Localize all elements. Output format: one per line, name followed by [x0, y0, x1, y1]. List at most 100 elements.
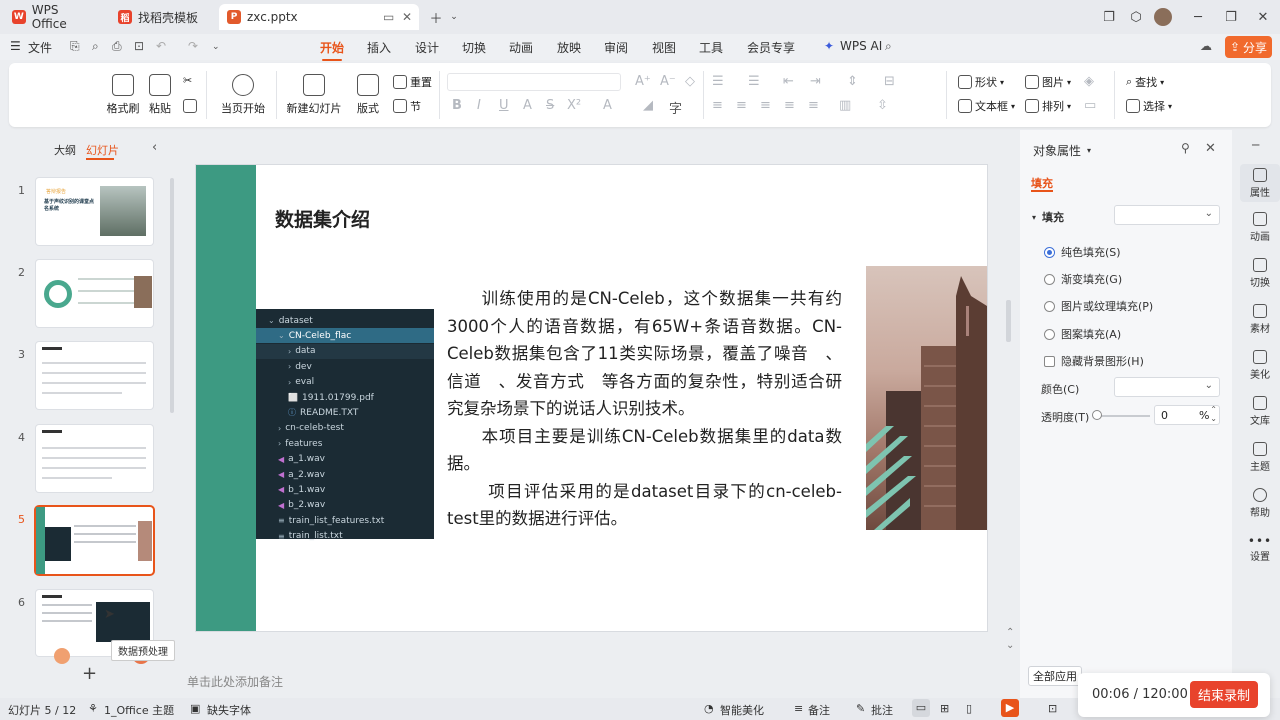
- slideshow-play-icon[interactable]: ▶: [1001, 699, 1019, 717]
- align-right-icon[interactable]: ≡: [760, 98, 771, 113]
- notes-placeholder[interactable]: 单击此处添加备注: [187, 673, 283, 690]
- scroll-up-icon[interactable]: ⌃: [1006, 627, 1014, 638]
- tab-dropdown-icon[interactable]: ⌄: [445, 8, 463, 26]
- add-slide-icon[interactable]: +: [82, 663, 97, 684]
- tab-fill[interactable]: 填充: [1031, 175, 1053, 191]
- rail-assets[interactable]: 素材: [1240, 304, 1280, 335]
- slider-handle[interactable]: [1092, 410, 1102, 420]
- close-panel-icon[interactable]: ✕: [1205, 141, 1216, 156]
- radio-picture[interactable]: [1044, 300, 1055, 312]
- text-shadow-icon[interactable]: A: [523, 98, 532, 113]
- underline-icon[interactable]: U: [499, 98, 509, 113]
- format-painter-button[interactable]: 格式刷: [105, 74, 141, 116]
- radio-solid[interactable]: [1044, 246, 1055, 258]
- color-dropdown[interactable]: ⌄: [1114, 377, 1220, 397]
- scroll-down-icon[interactable]: ⌄: [1006, 640, 1014, 651]
- search-icon[interactable]: ⌕: [885, 39, 892, 54]
- fill-icon[interactable]: ◈: [1084, 74, 1094, 89]
- radio-gradient[interactable]: [1044, 273, 1055, 285]
- font-shrink-icon[interactable]: A⁻: [660, 74, 676, 89]
- align-left-icon[interactable]: ≡: [712, 98, 723, 113]
- building-photo[interactable]: [866, 266, 987, 530]
- outline-icon[interactable]: ▭: [1084, 98, 1096, 113]
- tab-wps-office[interactable]: W WPS Office: [4, 3, 104, 31]
- font-grow-icon[interactable]: A⁺: [635, 74, 651, 89]
- slide-thumbnail-4[interactable]: [36, 425, 153, 492]
- share-button[interactable]: ⇪ 分享: [1225, 36, 1272, 58]
- fill-section-header[interactable]: ▾ 填充: [1032, 209, 1064, 225]
- avatar[interactable]: [1154, 8, 1172, 26]
- comment-button[interactable]: 批注: [871, 702, 893, 718]
- menu-vip[interactable]: 会员专享: [747, 39, 795, 56]
- align-center-icon[interactable]: ≡: [736, 98, 747, 113]
- save-icon[interactable]: ⎘: [70, 39, 80, 54]
- radio-pattern[interactable]: [1044, 328, 1055, 340]
- minimize-panel-icon[interactable]: ─: [1252, 138, 1259, 152]
- normal-view-icon[interactable]: ▭: [912, 699, 930, 717]
- rail-transition[interactable]: 切换: [1240, 258, 1280, 289]
- option-pattern-fill[interactable]: 图案填充(A): [1044, 326, 1121, 342]
- undo-icon[interactable]: ↶: [156, 39, 166, 53]
- textbox-button[interactable]: 文本框 ▾: [958, 98, 1015, 114]
- apply-all-button[interactable]: 全部应用: [1028, 666, 1082, 686]
- menu-insert[interactable]: 插入: [367, 39, 391, 56]
- option-gradient-fill[interactable]: 渐变填充(G): [1044, 271, 1122, 287]
- indent-icon[interactable]: ⇥: [810, 74, 821, 89]
- find-replace-icon[interactable]: ⊡: [134, 39, 144, 53]
- line-spacing-icon[interactable]: ⇳: [877, 98, 888, 113]
- menu-transition[interactable]: 切换: [462, 39, 486, 56]
- panel-scrollbar[interactable]: [170, 178, 174, 413]
- select-button[interactable]: 选择 ▾: [1126, 98, 1172, 114]
- bullet-list-icon[interactable]: ☰: [712, 74, 724, 89]
- cut-button[interactable]: ✂: [183, 74, 192, 87]
- font-name-select[interactable]: [447, 73, 621, 91]
- outdent-icon[interactable]: ⇤: [783, 74, 794, 89]
- smart-beautify-button[interactable]: 智能美化: [720, 702, 764, 718]
- justify-icon[interactable]: ≡: [784, 98, 795, 113]
- collapse-panel-icon[interactable]: ‹: [152, 140, 157, 155]
- menu-view[interactable]: 视图: [652, 39, 676, 56]
- fill-dropdown[interactable]: ⌄: [1114, 205, 1220, 225]
- section-button[interactable]: 节: [393, 98, 421, 114]
- pin-icon[interactable]: ⚲: [1181, 141, 1190, 155]
- slide-title[interactable]: 数据集介绍: [275, 205, 370, 232]
- cube-icon[interactable]: ⬡: [1127, 8, 1145, 26]
- menu-tools[interactable]: 工具: [699, 39, 723, 56]
- window-icon[interactable]: ▭: [383, 10, 394, 24]
- menu-wps-ai[interactable]: WPS AI: [840, 39, 882, 53]
- quick-access-more-icon[interactable]: ⌄: [212, 42, 220, 52]
- transparency-slider[interactable]: [1096, 415, 1150, 417]
- distribute-icon[interactable]: ≡: [808, 98, 819, 113]
- option-solid-fill[interactable]: 纯色填充(S): [1044, 244, 1121, 260]
- menu-home[interactable]: 开始: [320, 39, 344, 61]
- char-spacing-icon[interactable]: 字: [669, 98, 682, 117]
- superscript-icon[interactable]: X²: [567, 98, 581, 113]
- close-window-icon[interactable]: ✕: [1254, 8, 1272, 26]
- rail-help[interactable]: 帮助: [1240, 488, 1280, 519]
- text-direction-icon[interactable]: ⇕: [847, 74, 858, 89]
- sorter-view-icon[interactable]: ⊞: [940, 702, 949, 715]
- find-button[interactable]: ⌕ 查找 ▾: [1126, 74, 1164, 90]
- italic-icon[interactable]: I: [477, 98, 481, 113]
- copy-button[interactable]: [183, 99, 197, 113]
- stepper-icon[interactable]: ⌃ ⌄: [1210, 405, 1217, 423]
- play-slide-icon[interactable]: [54, 648, 70, 664]
- menu-file[interactable]: 文件: [28, 39, 52, 56]
- menu-animation[interactable]: 动画: [509, 39, 533, 56]
- print-preview-icon[interactable]: ⌕: [92, 39, 99, 54]
- slide-thumbnail-1[interactable]: 答辩报告 基于声纹识别的课堂点名系统: [36, 178, 153, 245]
- highlight-icon[interactable]: ◢: [643, 98, 653, 113]
- shape-button[interactable]: 形状 ▾: [958, 74, 1004, 90]
- slide-thumbnail-2[interactable]: [36, 260, 153, 327]
- rail-properties[interactable]: 属性: [1240, 164, 1280, 202]
- font-color-icon[interactable]: A: [603, 98, 612, 113]
- menu-slideshow[interactable]: 放映: [557, 39, 581, 56]
- checkbox-hide-background[interactable]: [1044, 355, 1055, 367]
- slide-thumbnail-3[interactable]: [36, 342, 153, 409]
- new-tab-icon[interactable]: ＋: [427, 8, 445, 27]
- rail-beautify[interactable]: 美化: [1240, 350, 1280, 381]
- menu-review[interactable]: 审阅: [604, 39, 628, 56]
- close-tab-icon[interactable]: ✕: [402, 10, 412, 24]
- number-list-icon[interactable]: ☰: [748, 74, 760, 89]
- reading-view-icon[interactable]: ▯: [966, 702, 972, 715]
